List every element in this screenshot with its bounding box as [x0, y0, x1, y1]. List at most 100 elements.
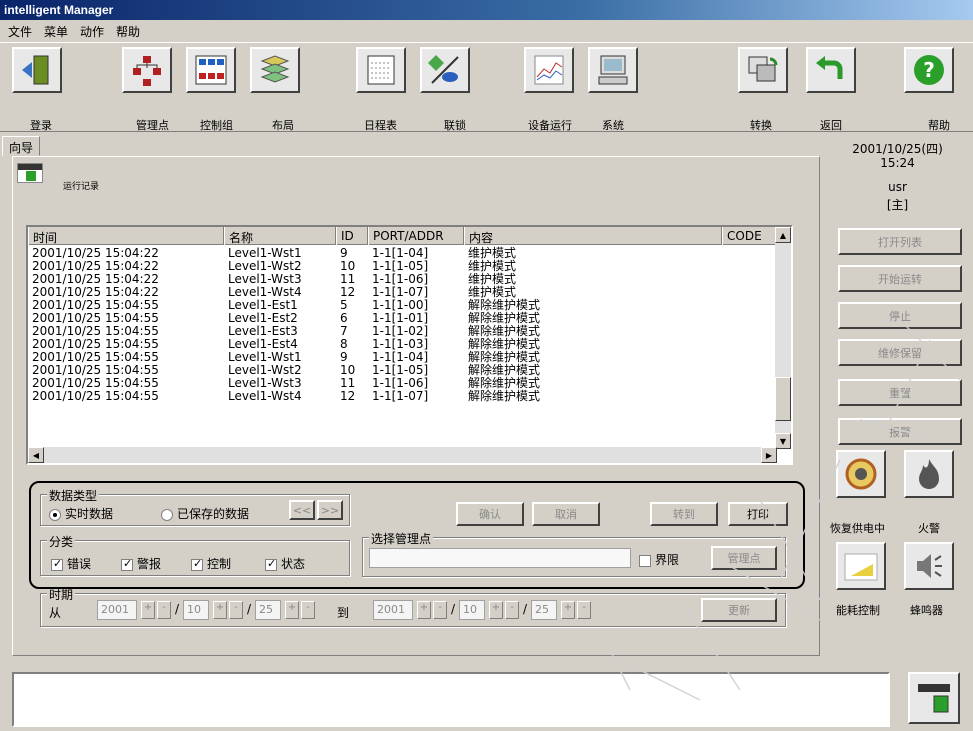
to-year-field[interactable]: 2001 — [373, 600, 413, 620]
to-day-up[interactable]: + — [561, 601, 575, 619]
from-day-down[interactable]: - — [301, 601, 315, 619]
col-code[interactable]: CODE — [722, 227, 777, 245]
toolbar-interlock-button[interactable] — [420, 47, 470, 93]
from-year-up[interactable]: + — [141, 601, 155, 619]
toolbar-points-button[interactable] — [122, 47, 172, 93]
info-date: 2001/10/25(四) — [852, 142, 943, 156]
toolbar-label-system: 系统 — [602, 119, 624, 132]
col-name[interactable]: 名称 — [224, 227, 336, 245]
toolbar-back-button[interactable] — [806, 47, 856, 93]
scroll-left-icon[interactable]: ◀ — [28, 447, 44, 463]
open-list-button[interactable]: 打开列表 — [838, 228, 962, 255]
computer-icon — [588, 47, 638, 93]
toolbar-login-button[interactable] — [12, 47, 62, 93]
to-sep-1: / — [451, 602, 456, 616]
from-sep-1: / — [175, 602, 180, 616]
reset-button[interactable]: 重置 — [838, 379, 962, 406]
energy-control-button[interactable] — [836, 542, 886, 590]
toolbar-label-back: 返回 — [820, 119, 842, 132]
table-cell: 2001/10/25 15:04:55 — [32, 389, 159, 403]
from-day-up[interactable]: + — [285, 601, 299, 619]
period-from-label: 从 — [49, 606, 62, 620]
col-id[interactable]: ID — [336, 227, 368, 245]
from-month-field[interactable]: 10 — [183, 600, 209, 620]
menu-file[interactable]: 文件 — [6, 23, 34, 39]
toolbar-label-equipment: 设备运行 — [528, 119, 572, 132]
power-restore-label: 恢复供电中 — [830, 522, 885, 535]
col-content[interactable]: 内容 — [464, 227, 722, 245]
info-user: usr — [888, 180, 907, 194]
help-icon: ? — [904, 47, 954, 93]
info-time: 15:24 — [880, 156, 915, 170]
to-month-field[interactable]: 10 — [459, 600, 485, 620]
tab-wizard[interactable]: 向导 — [2, 136, 41, 156]
toolbar-label-control-group: 控制组 — [200, 119, 233, 132]
toolbar-control-group-button[interactable] — [186, 47, 236, 93]
maintenance-hold-button[interactable]: 维修保留 — [838, 339, 962, 366]
log-view-icon — [918, 684, 950, 713]
col-time[interactable]: 时间 — [28, 227, 224, 245]
scroll-down-icon[interactable]: ▼ — [775, 433, 791, 449]
to-year-up[interactable]: + — [417, 601, 431, 619]
toolbar: ? 登录 管理点 控制组 布局 日程表 联锁 设备运行 系统 转换 返回 帮助 — [0, 42, 973, 132]
log-view-button[interactable] — [908, 672, 960, 724]
title-bar: intelligent Manager — [0, 0, 973, 20]
period-group: 时期 从 2001 + - / 10 + - / 25 + - 到 2001 +… — [40, 586, 786, 627]
to-sep-2: / — [523, 602, 528, 616]
toolbar-schedule-button[interactable] — [356, 47, 406, 93]
col-port[interactable]: PORT/ADDR — [368, 227, 464, 245]
vertical-scrollbar[interactable]: ▲ ▼ — [775, 227, 791, 449]
to-day-down[interactable]: - — [577, 601, 591, 619]
stop-button[interactable]: 停止 — [838, 302, 962, 329]
buzzer-button[interactable] — [904, 542, 954, 590]
menu-help[interactable]: 帮助 — [114, 23, 142, 39]
scroll-up-icon[interactable]: ▲ — [775, 227, 791, 243]
alarm-button[interactable]: 报警 — [838, 418, 962, 445]
log-table[interactable]: 时间 名称 ID PORT/ADDR 内容 CODE 2001/10/25 15… — [26, 225, 793, 465]
table-header: 时间 名称 ID PORT/ADDR 内容 CODE — [28, 227, 777, 245]
toolbar-label-help: 帮助 — [928, 119, 950, 132]
toolbar-label-points: 管理点 — [136, 119, 169, 132]
to-month-up[interactable]: + — [489, 601, 503, 619]
toolbar-switch-button[interactable] — [738, 47, 788, 93]
calendar-icon — [356, 47, 406, 93]
table-cell: 12 — [340, 389, 356, 403]
from-year-down[interactable]: - — [157, 601, 171, 619]
login-door-icon — [12, 47, 62, 93]
toolbar-label-layout: 布局 — [272, 119, 294, 132]
menu-action[interactable]: 动作 — [78, 23, 106, 39]
fire-alarm-label: 火警 — [918, 522, 940, 535]
from-day-field[interactable]: 25 — [255, 600, 281, 620]
power-restore-button[interactable] — [836, 450, 886, 498]
control-group-icon — [186, 47, 236, 93]
to-day-field[interactable]: 25 — [531, 600, 557, 620]
update-button[interactable]: 更新 — [701, 598, 777, 622]
toolbar-system-button[interactable] — [588, 47, 638, 93]
scroll-right-icon[interactable]: ▶ — [761, 447, 777, 463]
from-month-up[interactable]: + — [213, 601, 227, 619]
horizontal-scrollbar[interactable]: ◀ ▶ — [28, 447, 777, 463]
status-bar — [12, 672, 890, 727]
to-month-down[interactable]: - — [505, 601, 519, 619]
period-to-label: 到 — [337, 606, 350, 620]
to-year-down[interactable]: - — [433, 601, 447, 619]
menu-menu[interactable]: 菜单 — [42, 23, 70, 39]
toolbar-label-login: 登录 — [30, 119, 52, 132]
info-role: [主] — [886, 198, 909, 212]
windows-switch-icon — [738, 47, 788, 93]
table-cell: 1-1[1-07] — [372, 389, 429, 403]
start-run-button[interactable]: 开始运转 — [838, 265, 962, 292]
table-row[interactable]: 2001/10/25 15:04:55 Level1-Wst4 12 1-1[1-07… — [28, 390, 777, 403]
table-cell: Level1-Wst4 — [228, 389, 302, 403]
toolbar-equipment-button[interactable] — [524, 47, 574, 93]
scroll-thumb[interactable] — [775, 377, 791, 421]
from-month-down[interactable]: - — [229, 601, 243, 619]
toolbar-layout-button[interactable] — [250, 47, 300, 93]
toolbar-label-switch: 转换 — [750, 119, 772, 132]
from-year-field[interactable]: 2001 — [97, 600, 137, 620]
fire-alarm-button[interactable] — [904, 450, 954, 498]
speaker-icon — [917, 554, 942, 578]
highlight-outline — [29, 481, 805, 589]
energy-control-label: 能耗控制 — [836, 604, 880, 617]
toolbar-help-button[interactable]: ? — [904, 47, 954, 93]
